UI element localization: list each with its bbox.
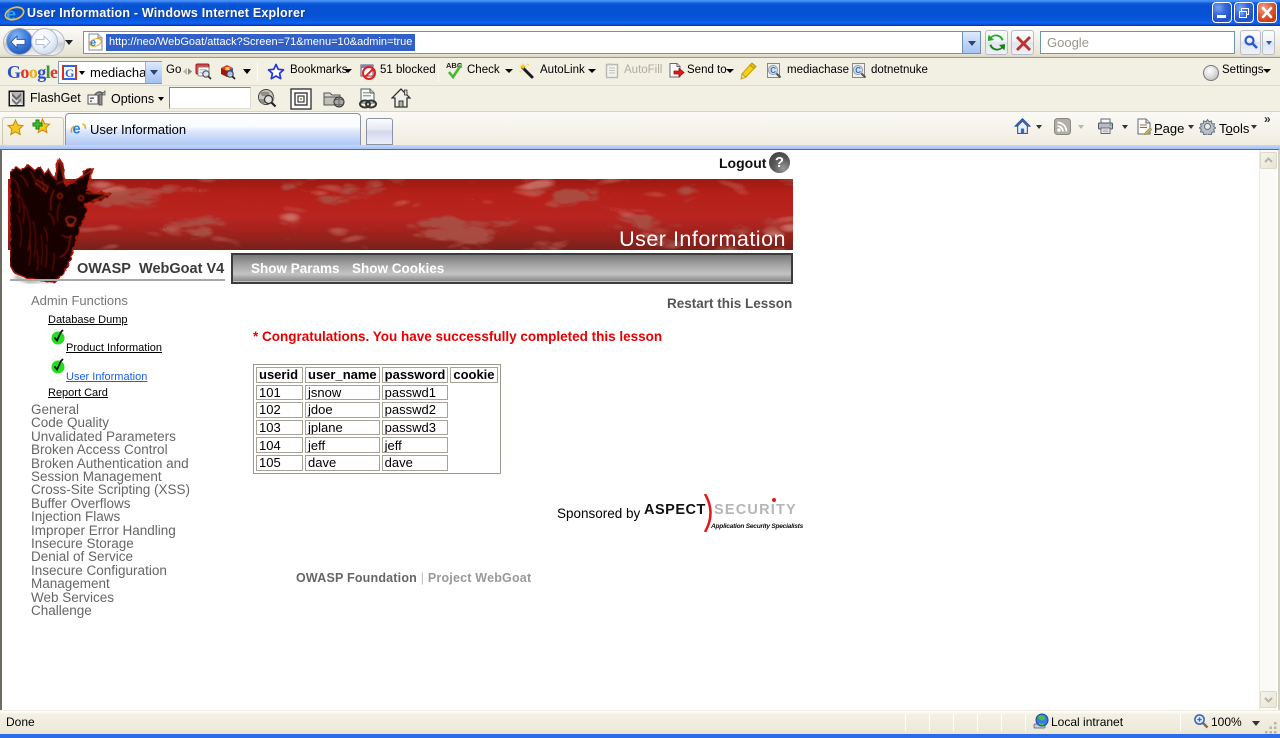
svg-text:User Information: User Information	[619, 227, 786, 250]
svg-text:G: G	[65, 66, 74, 80]
svg-text:e: e	[73, 122, 81, 137]
svg-text:C: C	[770, 66, 776, 75]
svg-text:C: C	[855, 66, 861, 75]
